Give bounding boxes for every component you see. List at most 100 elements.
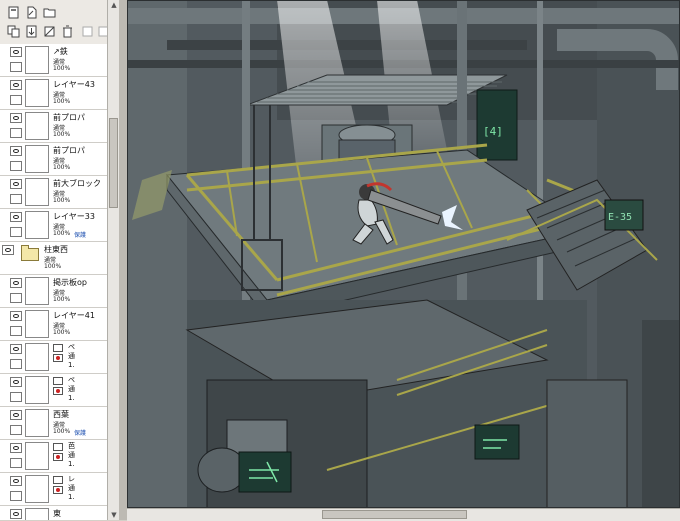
layer-thumbnail <box>25 442 49 470</box>
layer-name: ↗鉄 <box>53 47 68 56</box>
lock-checkbox[interactable] <box>10 95 22 105</box>
layer-row[interactable]: ペ 通 1. <box>0 374 107 407</box>
scrollbar-thumb[interactable] <box>322 510 467 519</box>
layer-folder[interactable]: 柱東西 通常 100% <box>0 242 107 275</box>
layer-opacity: 100% <box>53 65 71 72</box>
layer-thumbnail <box>25 79 49 107</box>
layer-row[interactable]: レイヤー43 通常 100% <box>0 77 107 110</box>
layer-name: 柱東西 <box>44 245 68 254</box>
protect-badge: 保護 <box>74 430 87 437</box>
layer-thumbnail <box>25 310 49 338</box>
layer-row[interactable]: 西葉 通常 100% 保護 <box>0 407 107 440</box>
lock-checkbox[interactable] <box>10 425 22 435</box>
copy-layer-icon[interactable] <box>6 24 20 38</box>
layer-opacity: 100% <box>53 164 71 171</box>
visibility-eye-icon[interactable] <box>10 179 22 189</box>
visibility-eye-icon[interactable] <box>10 410 22 420</box>
layer-name: 掲示板op <box>53 278 87 287</box>
visibility-eye-icon[interactable] <box>10 146 22 156</box>
lock-checkbox[interactable] <box>10 128 22 138</box>
layer-thumbnail <box>25 508 49 520</box>
mask-icon <box>53 476 63 484</box>
visibility-eye-icon[interactable] <box>10 80 22 90</box>
clip-icon <box>53 486 63 494</box>
layer-name: 西葉 <box>53 410 69 419</box>
new-layer-icon[interactable] <box>6 5 20 19</box>
layer-thumbnail <box>25 112 49 140</box>
lock-checkbox[interactable] <box>10 326 22 336</box>
canvas-horizontal-scrollbar[interactable] <box>127 508 680 521</box>
layer-name: 前大ブロック <box>53 179 101 188</box>
layer-row[interactable]: ↗鉄 通常 100% <box>0 44 107 77</box>
layer-opacity: 100% <box>44 263 62 270</box>
layer-row[interactable]: 芭 通 1. <box>0 440 107 473</box>
lock-checkbox[interactable] <box>10 359 22 369</box>
drawing-canvas[interactable]: [4] E-35 <box>127 0 680 508</box>
layer-row[interactable]: 前プロパ 通常 100% <box>0 110 107 143</box>
new-folder-icon[interactable] <box>42 5 56 19</box>
clip-icons <box>53 443 65 471</box>
layer-name: ペ 通 1. <box>68 376 75 402</box>
layer-row[interactable]: レイヤー33 通常 100% 保護 <box>0 209 107 242</box>
visibility-eye-icon[interactable] <box>10 113 22 123</box>
lock-checkbox[interactable] <box>10 194 22 204</box>
layer-thumbnail <box>25 475 49 503</box>
visibility-eye-icon[interactable] <box>10 344 22 354</box>
lock-checkbox[interactable] <box>10 62 22 72</box>
lock-checkbox[interactable] <box>10 392 22 402</box>
layer-name: レイヤー33 <box>53 212 95 221</box>
layer-row[interactable]: ペ 通 1. <box>0 341 107 374</box>
clip-icons <box>53 344 65 372</box>
layer-thumbnail <box>25 178 49 206</box>
lock-checkbox[interactable] <box>10 491 22 501</box>
layer-row[interactable]: 前プロパ 通常 100% <box>0 143 107 176</box>
visibility-eye-icon[interactable] <box>10 47 22 57</box>
layer-thumbnail <box>25 145 49 173</box>
layer-thumbnail <box>25 376 49 404</box>
layer-row[interactable]: 東 <box>0 506 107 520</box>
layer-name: 芭 通 1. <box>68 442 75 468</box>
layer-thumbnail <box>25 409 49 437</box>
visibility-eye-icon[interactable] <box>2 245 14 255</box>
lock-checkbox[interactable] <box>10 458 22 468</box>
visibility-eye-icon[interactable] <box>10 509 22 519</box>
visibility-eye-icon[interactable] <box>10 443 22 453</box>
visibility-eye-icon[interactable] <box>10 212 22 222</box>
sign-right: E-35 <box>608 212 632 223</box>
visibility-eye-icon[interactable] <box>10 377 22 387</box>
visibility-eye-icon[interactable] <box>10 278 22 288</box>
clear-layer-icon[interactable] <box>42 24 56 38</box>
layer-row[interactable]: 掲示板op 通常 100% <box>0 275 107 308</box>
visibility-eye-icon[interactable] <box>10 311 22 321</box>
layer-opacity: 100% <box>53 98 71 105</box>
scrollbar-thumb[interactable] <box>109 118 118 208</box>
layer-opacity: 100% <box>53 197 71 204</box>
layer-row[interactable]: レ 通 1. <box>0 473 107 506</box>
new-linework-icon[interactable] <box>24 5 38 19</box>
layer-thumbnail <box>25 343 49 371</box>
layer-toolbar <box>0 0 108 45</box>
panel-divider[interactable] <box>119 0 127 520</box>
clip-icon <box>53 453 63 461</box>
lock-checkbox[interactable] <box>10 161 22 171</box>
mask-icon <box>53 443 63 451</box>
mask-icon <box>53 344 63 352</box>
lock-checkbox[interactable] <box>10 227 22 237</box>
clip-icon <box>53 354 63 362</box>
visibility-eye-icon[interactable] <box>10 476 22 486</box>
transfer-down-icon[interactable] <box>80 24 94 38</box>
delete-layer-icon[interactable] <box>60 24 74 38</box>
clip-icons <box>53 476 65 504</box>
layer-opacity: 100% <box>53 230 71 237</box>
layer-name: 前プロパ <box>53 146 85 155</box>
layer-opacity: 100% <box>53 329 71 336</box>
layer-thumbnail <box>25 277 49 305</box>
layer-name: レイヤー43 <box>53 80 95 89</box>
layer-row[interactable]: レイヤー41 通常 100% <box>0 308 107 341</box>
merge-layer-icon[interactable] <box>24 24 38 38</box>
artwork: [4] E-35 <box>127 0 680 508</box>
layer-row[interactable]: 前大ブロック 通常 100% <box>0 176 107 209</box>
lock-checkbox[interactable] <box>10 293 22 303</box>
layer-name: ペ 通 1. <box>68 343 75 369</box>
layer-name: 東 <box>53 509 61 518</box>
